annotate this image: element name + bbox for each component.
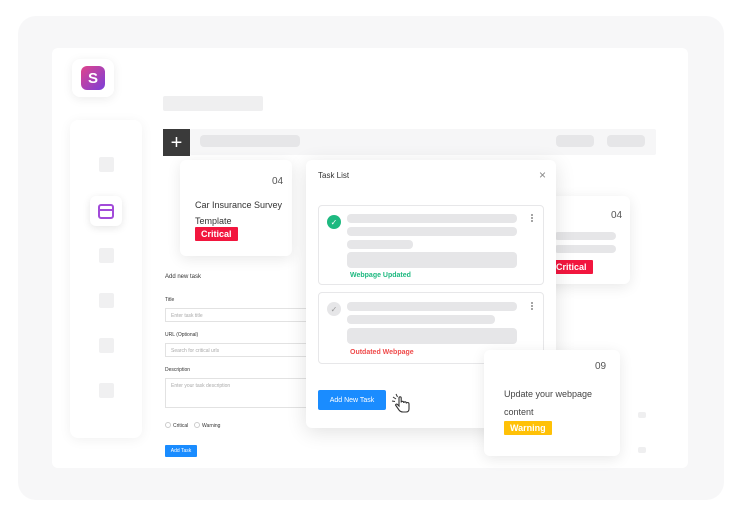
critical-badge: Critical [550, 260, 593, 274]
card-number: 04 [272, 176, 284, 187]
list-marker [638, 447, 646, 453]
task-list-item[interactable]: ✓ Webpage Updated [318, 205, 544, 285]
title-label: Title [165, 297, 175, 303]
card-title-line: Car Insurance Survey [195, 200, 283, 210]
task-skeleton [347, 302, 517, 311]
add-button[interactable]: + [163, 129, 190, 156]
task-skeleton [347, 240, 413, 249]
sidebar-item-placeholder[interactable] [99, 157, 114, 172]
card-title: Update your webpage content [504, 385, 592, 421]
task-skeleton [347, 315, 495, 324]
sidebar-item-placeholder[interactable] [99, 248, 114, 263]
plus-icon: + [170, 131, 183, 154]
task-card[interactable]: 09 Update your webpage content Warning [484, 350, 620, 456]
title-input[interactable]: Enter task title [165, 308, 315, 322]
add-task-button[interactable]: Add Task [165, 445, 197, 457]
card-title-line: Update your webpage [504, 389, 593, 399]
toolbar-skeleton [200, 135, 300, 147]
brand-logo-icon: S [81, 66, 105, 90]
toolbar-skeleton [556, 135, 594, 147]
sidebar-item-placeholder[interactable] [99, 293, 114, 308]
brand-logo[interactable]: S [72, 59, 114, 97]
form-heading: Add new task [165, 274, 202, 280]
more-options-icon[interactable] [531, 214, 534, 224]
status-text: Webpage Updated [350, 272, 411, 279]
close-icon[interactable]: × [539, 169, 546, 181]
task-skeleton [347, 227, 517, 236]
url-input[interactable]: Search for critical urls [165, 343, 315, 357]
task-skeleton [347, 214, 517, 223]
sidebar [70, 120, 142, 438]
sidebar-item-placeholder[interactable] [99, 383, 114, 398]
dialog-title: Task List [318, 171, 350, 180]
toolbar-skeleton [607, 135, 645, 147]
warning-radio[interactable] [194, 422, 200, 428]
add-new-task-button[interactable]: Add New Task [318, 390, 386, 410]
description-label: Description [165, 367, 191, 373]
task-skeleton [347, 328, 517, 344]
description-textarea[interactable]: Enter your task description [165, 378, 315, 408]
task-skeleton [347, 252, 517, 268]
card-number: 04 [611, 210, 623, 221]
critical-radio[interactable] [165, 422, 171, 428]
url-label: URL (Optional) [165, 332, 199, 338]
sidebar-item-placeholder[interactable] [99, 338, 114, 353]
card-title-line: content [504, 407, 534, 417]
hand-pointer-icon [391, 393, 410, 413]
card-skeleton [554, 232, 616, 240]
check-icon: ✓ [327, 302, 341, 316]
check-icon: ✓ [327, 215, 341, 229]
warning-badge: Warning [504, 421, 552, 435]
card-skeleton [554, 245, 616, 253]
card-title: Car Insurance Survey Template [195, 197, 282, 229]
critical-badge: Critical [195, 227, 238, 241]
list-marker [638, 412, 646, 418]
status-text: Outdated Webpage [350, 349, 414, 356]
more-options-icon[interactable] [531, 302, 534, 312]
calendar-icon [98, 203, 114, 219]
critical-option-label: Critical [173, 423, 189, 429]
sidebar-item-calendar[interactable] [90, 196, 122, 226]
task-card[interactable]: 04 Car Insurance Survey Template Critica… [180, 160, 292, 256]
page-title-skeleton [163, 96, 263, 111]
warning-option-label: Warning [202, 423, 221, 429]
card-number: 09 [595, 361, 607, 372]
